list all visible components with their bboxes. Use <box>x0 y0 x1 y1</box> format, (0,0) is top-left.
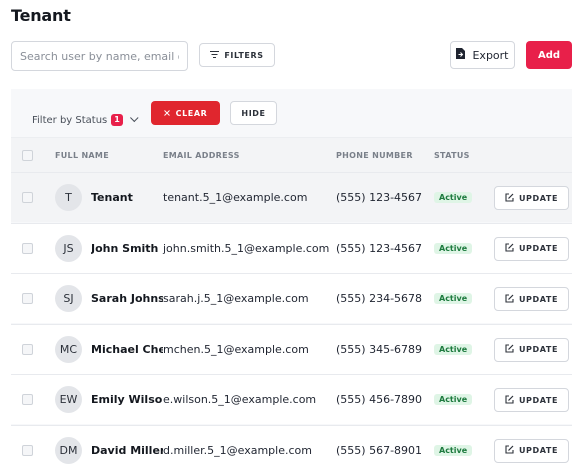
search-input[interactable] <box>12 42 187 70</box>
avatar: T <box>55 184 82 211</box>
update-label: UPDATE <box>518 446 559 455</box>
status-badge: Active <box>434 242 473 254</box>
user-name: David Miller <box>91 443 163 457</box>
search-field[interactable] <box>11 41 188 71</box>
row-checkbox[interactable] <box>22 242 33 254</box>
status-badge: Active <box>434 343 473 355</box>
status-badge: Active <box>434 394 473 405</box>
row-checkbox[interactable] <box>22 394 33 405</box>
avatar: EW <box>55 386 82 413</box>
status-badge: Active <box>434 444 473 456</box>
close-icon <box>163 109 170 118</box>
user-phone: (555) 567-8901 <box>336 443 423 457</box>
name-cell: David Miller <box>91 426 163 471</box>
column-header-name[interactable]: FULL NAME <box>55 151 109 160</box>
add-button[interactable]: Add <box>526 41 572 69</box>
name-cell: Michael Chen <box>91 325 163 375</box>
avatar: MC <box>55 335 82 363</box>
row-checkbox[interactable] <box>22 293 33 304</box>
avatar: JS <box>55 234 82 262</box>
user-email: sarah.j.5_1@example.com <box>163 292 309 305</box>
table-header: FULL NAME EMAIL ADDRESS PHONE NUMBER STA… <box>11 137 572 172</box>
update-button[interactable]: UPDATE <box>494 186 569 210</box>
table-row: EW Emily Wilson e.wilson.5_1@example.com (5… <box>11 374 572 424</box>
edit-icon <box>505 243 514 254</box>
chevron-down-icon <box>129 113 139 123</box>
update-label: UPDATE <box>518 395 559 405</box>
update-button[interactable]: UPDATE <box>494 388 569 412</box>
update-label: UPDATE <box>518 345 559 354</box>
status-badge: Active <box>434 192 473 203</box>
update-button[interactable]: UPDATE <box>494 337 569 362</box>
filter-by-status-label: Filter by Status <box>32 114 108 126</box>
user-phone: (555) 234-5678 <box>336 292 423 305</box>
user-phone: (555) 123-4567 <box>336 191 423 204</box>
avatar: DM <box>55 436 82 464</box>
edit-icon <box>505 192 514 204</box>
user-name: Michael Chen <box>91 342 163 356</box>
update-button[interactable]: UPDATE <box>494 438 569 463</box>
avatar: SJ <box>55 285 82 312</box>
user-phone: (555) 123-4567 <box>336 241 423 255</box>
filter-count-badge: 1 <box>111 114 123 126</box>
table-area: Filter by Status 1 CLEAR HIDE FULL NAME … <box>11 89 572 471</box>
user-phone: (555) 456-7890 <box>336 393 423 406</box>
filters-button[interactable]: FILTERS <box>199 43 275 67</box>
update-label: UPDATE <box>518 193 559 203</box>
user-name: Emily Wilson <box>91 393 163 406</box>
name-cell: Tenant <box>91 173 163 223</box>
update-label: UPDATE <box>518 294 559 304</box>
export-button[interactable]: Export <box>450 41 515 69</box>
update-button[interactable]: UPDATE <box>494 236 569 261</box>
user-name: Sarah Johnson <box>91 292 163 305</box>
user-email: mchen.5_1@example.com <box>163 342 309 356</box>
user-name: John Smith <box>91 241 159 255</box>
column-header-phone[interactable]: PHONE NUMBER <box>336 151 413 160</box>
name-cell: Sarah Johnson <box>91 274 163 324</box>
user-email: john.smith.5_1@example.com <box>163 241 330 255</box>
file-export-icon <box>456 48 466 62</box>
user-email: tenant.5_1@example.com <box>163 191 308 204</box>
filters-label: FILTERS <box>224 50 264 60</box>
edit-icon <box>505 394 514 406</box>
table-row: DM David Miller d.miller.5_1@example.com (5… <box>11 424 572 471</box>
update-label: UPDATE <box>518 244 559 253</box>
edit-icon <box>505 344 514 355</box>
filter-by-status-toggle[interactable]: Filter by Status 1 <box>32 113 139 126</box>
table-row: SJ Sarah Johnsonsarah.j.5_1@example.com (5… <box>11 273 572 323</box>
filter-lines-icon <box>210 50 220 60</box>
update-button[interactable]: UPDATE <box>494 287 569 311</box>
row-checkbox[interactable] <box>22 192 33 203</box>
row-checkbox[interactable] <box>22 343 33 355</box>
table-row: JS John Smith john.smith.5_1@example.com (5… <box>11 222 572 274</box>
hide-filters-button[interactable]: HIDE <box>230 101 277 125</box>
edit-icon <box>505 445 514 456</box>
status-badge: Active <box>434 293 473 304</box>
name-cell: Emily Wilson <box>91 375 163 425</box>
user-email: e.wilson.5_1@example.com <box>163 393 317 406</box>
row-checkbox[interactable] <box>22 444 33 456</box>
clear-filters-button[interactable]: CLEAR <box>151 101 220 125</box>
edit-icon <box>505 293 514 305</box>
table-row: T Tenant tenant.5_1@example.com (555) 123-4… <box>11 172 572 222</box>
select-all-checkbox[interactable] <box>22 150 33 161</box>
export-label: Export <box>472 48 509 62</box>
clear-label: CLEAR <box>175 108 208 118</box>
user-name: Tenant <box>91 191 133 204</box>
column-header-email[interactable]: EMAIL ADDRESS <box>163 151 240 160</box>
user-phone: (555) 345-6789 <box>336 342 423 356</box>
column-header-status[interactable]: STATUS <box>434 151 470 160</box>
table-row: MC Michael Chenmchen.5_1@example.com (555)… <box>11 323 572 375</box>
page-title: Tenant <box>11 6 71 25</box>
user-email: d.miller.5_1@example.com <box>163 443 312 457</box>
name-cell: John Smith <box>91 224 163 274</box>
